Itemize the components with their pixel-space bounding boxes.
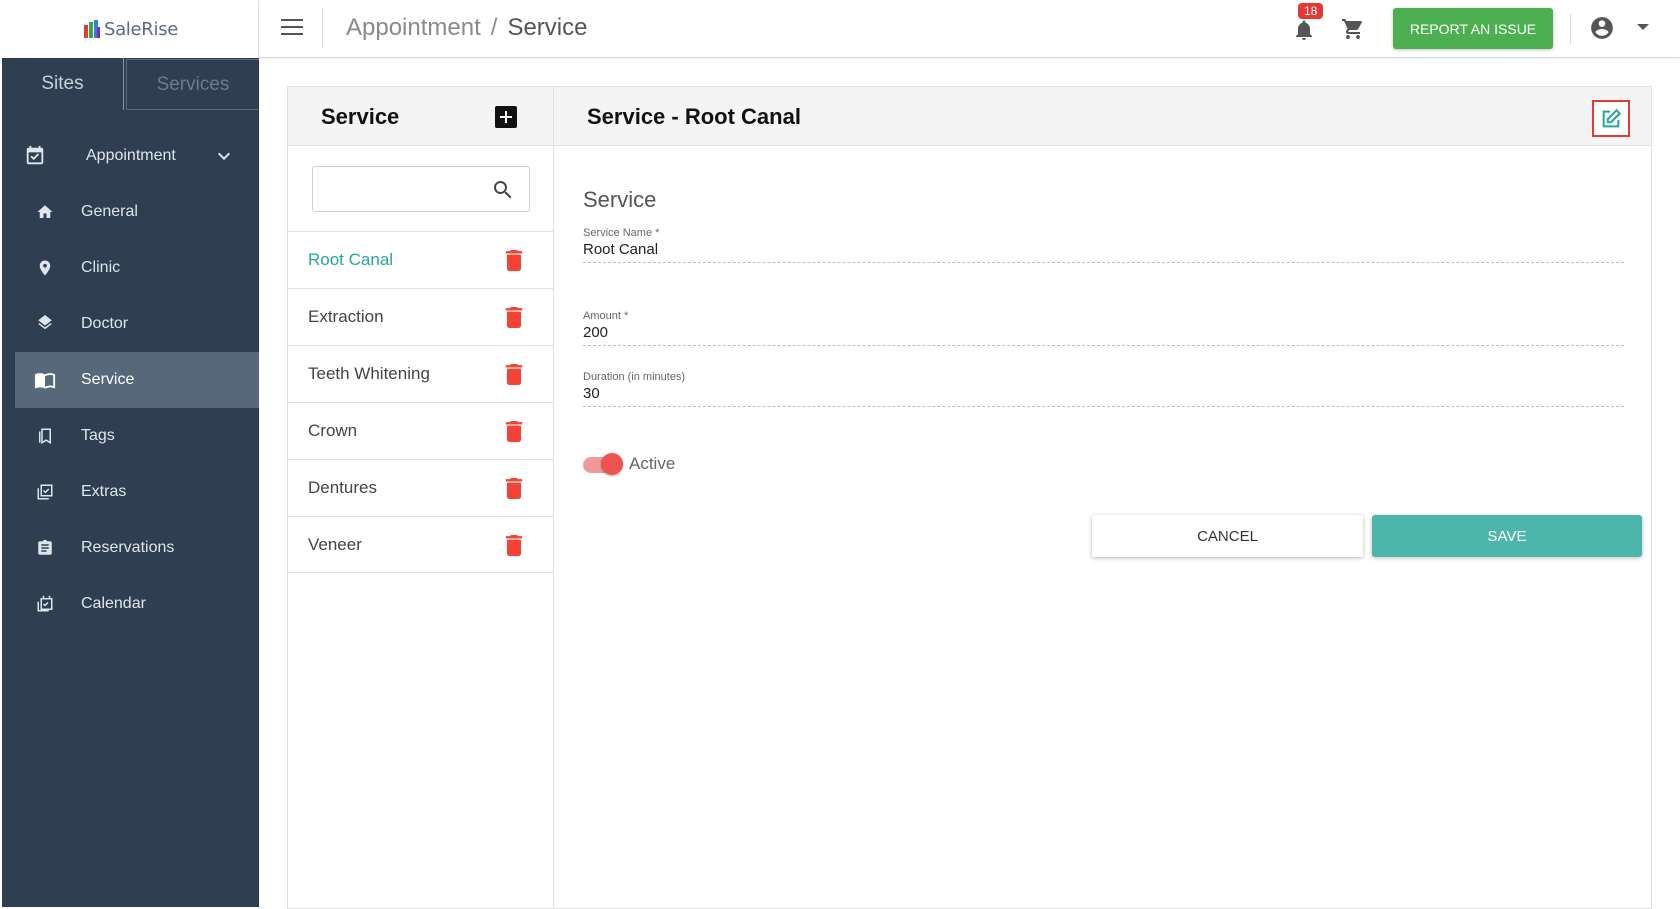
active-toggle[interactable] — [583, 453, 623, 475]
service-detail-panel: Service - Root Canal Service Service Nam… — [554, 86, 1652, 909]
sidebar-item-reservations[interactable]: Reservations — [2, 520, 259, 576]
service-name-label: Service Name * — [583, 227, 660, 239]
duration-field[interactable]: Duration (in minutes) 30 — [583, 371, 1624, 407]
service-name-field[interactable]: Service Name * Root Canal — [583, 227, 1624, 263]
trash-icon[interactable] — [505, 307, 523, 328]
trash-icon[interactable] — [505, 250, 523, 271]
header-divider — [322, 8, 323, 48]
save-button[interactable]: SAVE — [1372, 515, 1642, 557]
sidebar-item-tags[interactable]: Tags — [2, 408, 259, 464]
sidebar-item-extras[interactable]: Extras — [2, 464, 259, 520]
chevron-down-icon — [217, 152, 231, 161]
clipboard-icon — [34, 537, 56, 559]
checklist-icon — [34, 481, 56, 503]
location-pin-icon — [34, 257, 56, 279]
sidebar-item-label: Tags — [81, 427, 115, 444]
list-panel-title: Service — [321, 104, 400, 129]
sidebar-item-label: General — [81, 203, 138, 220]
logo-text: SaleRise — [103, 18, 179, 40]
form-section-title: Service — [583, 187, 657, 212]
list-item-label: Veneer — [308, 534, 362, 554]
calendar-icon — [34, 593, 56, 615]
logo-area: SaleRise — [2, 0, 259, 58]
list-item[interactable]: Root Canal — [288, 231, 553, 288]
sidebar-nav: Appointment General Clinic Doctor Servic… — [2, 128, 259, 632]
edit-button[interactable] — [1592, 100, 1630, 137]
sidebar-item-general[interactable]: General — [2, 184, 259, 240]
tab-sites[interactable]: Sites — [2, 58, 124, 110]
report-issue-button[interactable]: REPORT AN ISSUE — [1393, 8, 1553, 49]
account-circle-icon[interactable] — [1589, 15, 1615, 41]
trash-icon[interactable] — [505, 421, 523, 442]
sidebar-item-label: Extras — [81, 483, 127, 500]
trash-icon[interactable] — [505, 364, 523, 385]
service-list-panel: Service Root Canal Extraction Teeth Whit… — [287, 86, 554, 909]
edit-icon — [1602, 108, 1622, 127]
search-input[interactable] — [321, 175, 481, 203]
list-item[interactable]: Teeth Whitening — [288, 345, 553, 402]
amount-label: Amount * — [583, 310, 629, 322]
service-name-value: Root Canal — [583, 241, 659, 258]
sidebar-section-label: Appointment — [86, 147, 176, 164]
calendar-check-icon — [24, 145, 46, 167]
account-dropdown-caret-icon[interactable] — [1637, 24, 1649, 30]
top-header: Appointment / Service 18 REPORT AN ISSUE — [259, 0, 1680, 58]
sidebar-item-clinic[interactable]: Clinic — [2, 240, 259, 296]
list-item-label: Root Canal — [308, 250, 394, 269]
logo[interactable]: SaleRise — [82, 19, 178, 40]
list-item-label: Teeth Whitening — [308, 364, 430, 383]
sidebar-item-label: Reservations — [81, 539, 175, 556]
sidebar-item-label: Calendar — [81, 595, 146, 612]
notification-badge: 18 — [1298, 3, 1324, 19]
active-toggle-knob — [601, 453, 623, 475]
trash-icon[interactable] — [505, 478, 523, 499]
sidebar-item-label: Service — [81, 371, 135, 388]
tab-services[interactable]: Services — [126, 59, 259, 110]
breadcrumb-separator: / — [490, 14, 498, 41]
menu-icon[interactable] — [281, 19, 303, 37]
search-box — [312, 166, 530, 212]
list-item-label: Extraction — [308, 307, 384, 326]
logo-mark-icon — [83, 20, 100, 38]
cancel-button[interactable]: CANCEL — [1092, 515, 1363, 557]
amount-field[interactable]: Amount * 200 — [583, 310, 1624, 346]
active-toggle-label: Active — [629, 454, 676, 473]
trash-icon[interactable] — [505, 535, 523, 556]
sidebar-item-service[interactable]: Service — [15, 352, 259, 408]
cart-icon[interactable] — [1340, 17, 1366, 41]
bookmark-icon — [34, 425, 56, 447]
duration-label: Duration (in minutes) — [583, 371, 686, 383]
list-item[interactable]: Veneer — [288, 516, 553, 573]
search-icon[interactable] — [491, 178, 515, 202]
sidebar-item-calendar[interactable]: Calendar — [2, 576, 259, 632]
detail-panel-title: Service - Root Canal — [587, 104, 801, 129]
add-service-button[interactable] — [495, 106, 517, 128]
list-panel-header: Service — [288, 87, 553, 146]
service-list: Root Canal Extraction Teeth Whitening Cr… — [288, 231, 553, 573]
bell-icon[interactable] — [1292, 18, 1316, 42]
sidebar-tabs: Sites Services — [2, 58, 259, 110]
detail-panel-header: Service - Root Canal — [554, 87, 1651, 146]
header-divider — [1570, 14, 1571, 44]
list-item[interactable]: Extraction — [288, 288, 553, 345]
list-item-label: Dentures — [308, 478, 377, 497]
list-item-label: Crown — [308, 421, 358, 440]
book-icon — [34, 369, 56, 391]
sidebar: SaleRise Sites Services Appointment Gene… — [2, 0, 259, 907]
breadcrumb-parent[interactable]: Appointment — [346, 14, 481, 42]
sidebar-section-appointment[interactable]: Appointment — [2, 128, 259, 184]
duration-value: 30 — [583, 385, 600, 402]
layers-icon — [34, 313, 56, 335]
list-item[interactable]: Crown — [288, 402, 553, 459]
sidebar-item-label: Doctor — [81, 315, 129, 332]
breadcrumb: Appointment / Service — [346, 14, 587, 42]
list-item[interactable]: Dentures — [288, 459, 553, 516]
sidebar-item-label: Clinic — [81, 259, 121, 276]
breadcrumb-current: Service — [507, 14, 588, 41]
sidebar-item-doctor[interactable]: Doctor — [2, 296, 259, 352]
home-icon — [34, 201, 56, 223]
amount-value: 200 — [583, 324, 609, 341]
